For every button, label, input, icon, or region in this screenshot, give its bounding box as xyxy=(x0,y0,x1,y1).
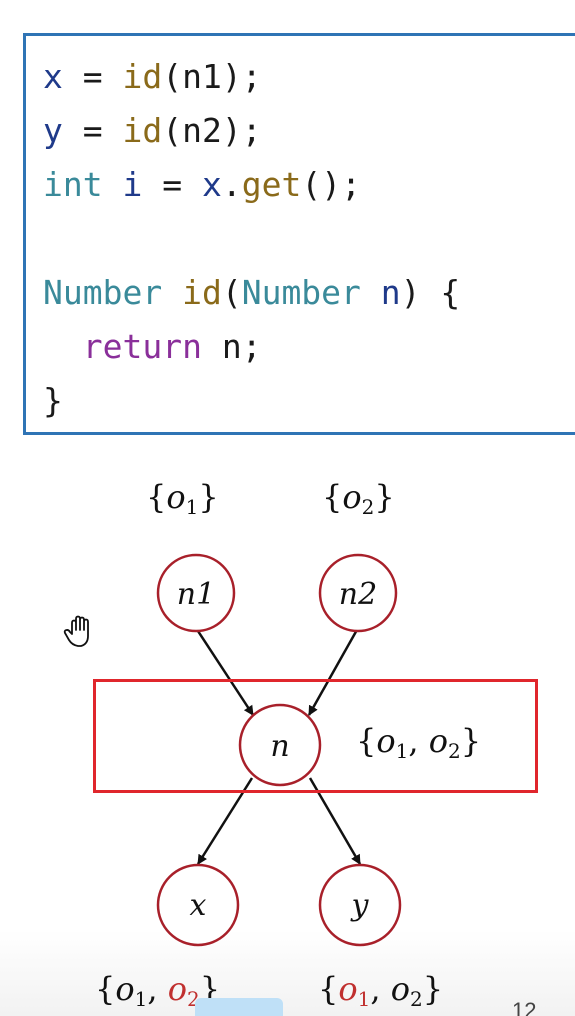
node-x: x xyxy=(156,863,240,947)
hand-cursor-icon xyxy=(63,615,89,647)
node-y: y xyxy=(318,863,402,947)
node-n2: n2 xyxy=(318,553,398,633)
node-label: y xyxy=(350,888,370,923)
page-number: 12 xyxy=(512,998,537,1016)
pointer-flow-graph: n1 n2 n x y xyxy=(156,553,402,947)
node-label: x xyxy=(190,888,207,923)
highlight-box xyxy=(93,679,538,793)
taskbar-tab xyxy=(195,998,283,1016)
node-label: n1 xyxy=(177,577,215,612)
slide: x = id(n1); y = id(n2); int i = x.get(); Nu… xyxy=(0,0,575,1016)
node-n1: n1 xyxy=(156,553,236,633)
node-label: n2 xyxy=(339,577,377,612)
